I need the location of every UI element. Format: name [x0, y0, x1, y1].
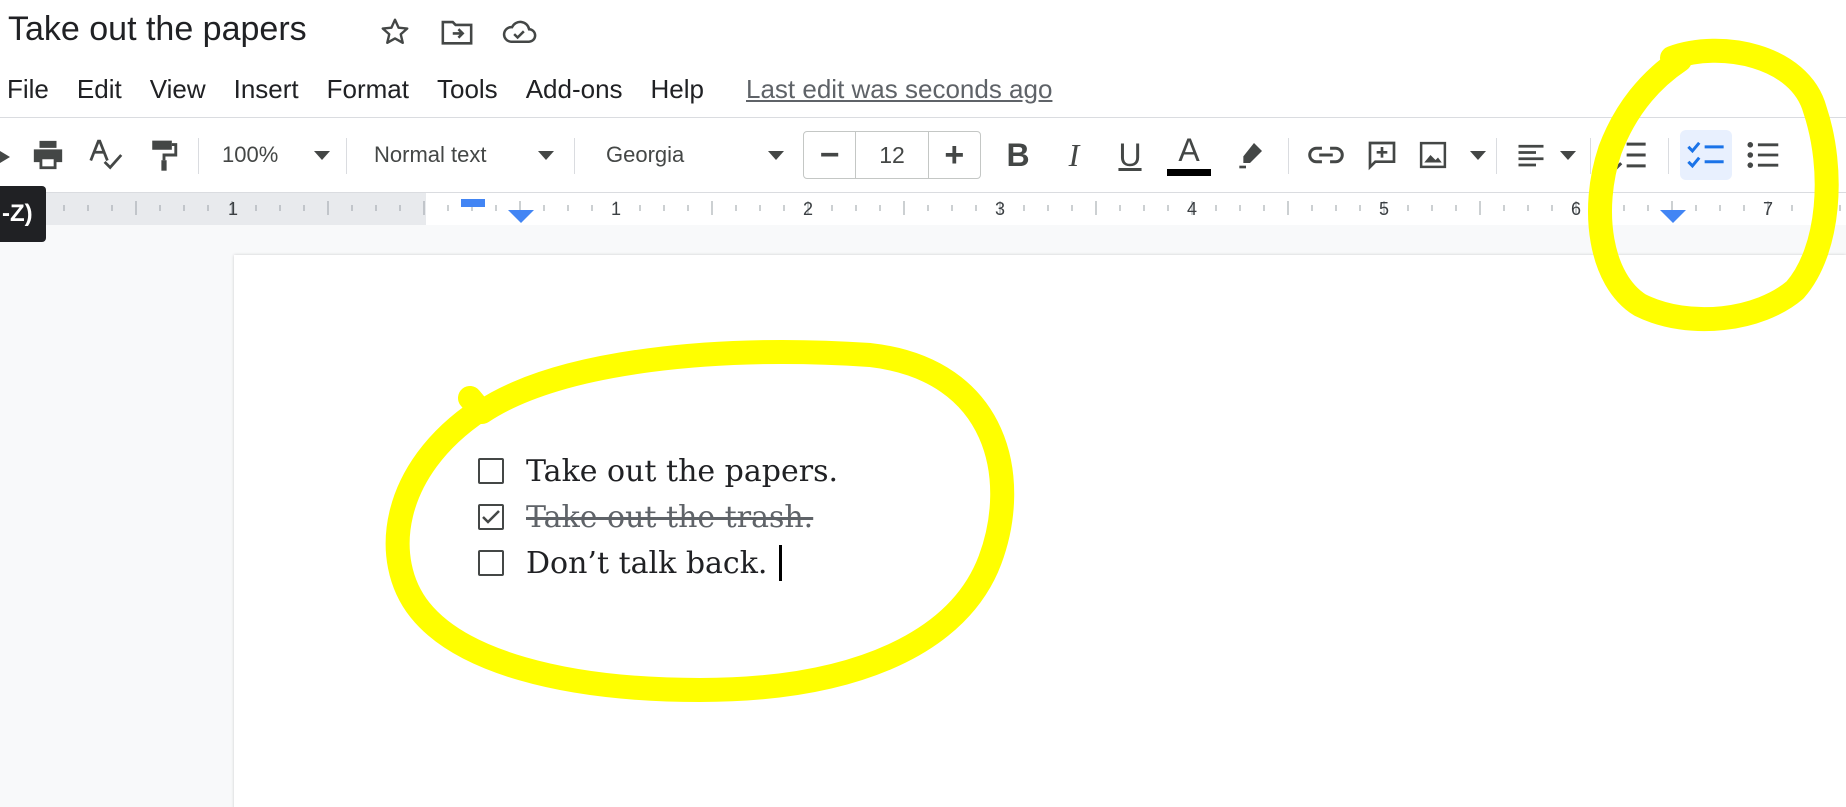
italic-icon: I — [1068, 136, 1080, 173]
document-title[interactable]: Take out the papers — [8, 10, 307, 49]
bulleted-list-button[interactable] — [1746, 118, 1836, 192]
ruler-scale: 1 1 2 3 4 5 6 7 — [0, 193, 1846, 225]
chevron-down-icon — [1470, 150, 1486, 160]
text-cursor — [779, 545, 783, 581]
insert-image-button[interactable] — [1418, 118, 1486, 192]
comment-icon — [1368, 141, 1396, 171]
ruler-label: 2 — [803, 199, 813, 219]
menu-edit[interactable]: Edit — [63, 74, 136, 105]
chevron-down-icon — [1820, 150, 1836, 160]
text-color-swatch — [1167, 168, 1211, 176]
ruler-label: 5 — [1379, 199, 1389, 219]
checklist-button[interactable] — [1680, 130, 1732, 180]
chevron-down-icon — [768, 150, 784, 160]
link-icon — [1308, 146, 1344, 164]
zoom-select[interactable]: 100% — [216, 118, 336, 192]
toolbar: 100% Normal text Georgia − 12 + B I U A — [0, 118, 1846, 192]
checkbox[interactable] — [478, 458, 504, 484]
docs-window: { "title": "Take out the papers", "menu"… — [0, 0, 1846, 807]
title-bar: Take out the papers — [0, 0, 1846, 62]
line-spacing-icon — [1609, 139, 1646, 171]
paint-format-icon[interactable] — [144, 118, 184, 192]
move-folder-icon[interactable] — [438, 14, 476, 50]
menu-help[interactable]: Help — [637, 74, 718, 105]
font-select[interactable]: Georgia — [604, 118, 786, 192]
redo-icon[interactable] — [0, 118, 16, 192]
spellcheck-icon[interactable] — [86, 118, 126, 192]
checklist-icon — [1687, 141, 1724, 169]
menu-file[interactable]: File — [0, 74, 63, 105]
insert-link-button[interactable] — [1304, 118, 1348, 192]
ruler-label: 7 — [1763, 199, 1773, 219]
checkbox-checked[interactable] — [478, 504, 504, 530]
ruler[interactable]: 1 1 2 3 4 5 6 7 — [0, 192, 1846, 225]
checkbox[interactable] — [478, 550, 504, 576]
font-value: Georgia — [606, 142, 685, 167]
text-color-icon: A — [1178, 131, 1200, 168]
menu-tools[interactable]: Tools — [423, 74, 512, 105]
underline-icon: U — [1118, 136, 1142, 173]
checklist: Take out the papers. Take out the trash.… — [478, 448, 838, 586]
text-color-button[interactable]: A — [1166, 118, 1212, 192]
align-left-icon — [1518, 144, 1544, 167]
chevron-down-icon — [1560, 150, 1576, 160]
first-line-indent-marker — [461, 199, 485, 207]
print-icon[interactable] — [28, 118, 68, 192]
align-button[interactable] — [1516, 118, 1576, 192]
checklist-item-text[interactable]: Take out the trash. — [526, 500, 813, 535]
ruler-label: 3 — [995, 199, 1005, 219]
ruler-label: 4 — [1187, 199, 1197, 219]
add-comment-button[interactable] — [1362, 118, 1402, 192]
bold-button[interactable]: B — [998, 118, 1038, 192]
style-select[interactable]: Normal text — [372, 118, 556, 192]
bulleted-list-icon — [1747, 142, 1779, 168]
ruler-label: 6 — [1571, 199, 1581, 219]
ruler-label: 1 — [611, 199, 621, 219]
bold-icon: B — [1006, 136, 1030, 173]
ruler-label: 1 — [228, 199, 238, 219]
image-icon — [1419, 141, 1447, 169]
menu-bar: File Edit View Insert Format Tools Add-o… — [0, 62, 1846, 118]
cloud-saved-icon[interactable] — [500, 14, 538, 50]
highlight-color-button[interactable] — [1230, 118, 1270, 192]
checklist-item-text[interactable]: Don’t talk back. — [526, 546, 767, 581]
menu-addons[interactable]: Add-ons — [512, 74, 637, 105]
chevron-down-icon — [314, 150, 330, 160]
italic-button[interactable]: I — [1054, 118, 1094, 192]
last-edit-link[interactable]: Last edit was seconds ago — [746, 74, 1052, 105]
checklist-item: Take out the papers. — [478, 448, 838, 494]
underline-button[interactable]: U — [1110, 118, 1150, 192]
document-page[interactable] — [234, 255, 1846, 807]
star-icon[interactable] — [376, 14, 414, 50]
checklist-item: Take out the trash. — [478, 494, 838, 540]
menu-view[interactable]: View — [136, 74, 220, 105]
font-size-input[interactable]: 12 — [855, 132, 929, 178]
marker-icon — [1239, 143, 1262, 169]
zoom-value: 100% — [222, 142, 279, 167]
decrease-font-size-button[interactable]: − — [804, 132, 855, 178]
style-value: Normal text — [374, 142, 487, 167]
shortcut-tooltip: -Z) — [0, 186, 46, 242]
font-size-stepper: − 12 + — [803, 131, 981, 179]
checklist-item: Don’t talk back. — [478, 540, 838, 586]
chevron-down-icon — [538, 150, 554, 160]
menu-format[interactable]: Format — [313, 74, 423, 105]
line-spacing-button[interactable] — [1606, 118, 1650, 192]
menu-insert[interactable]: Insert — [220, 74, 313, 105]
check-icon — [482, 510, 500, 524]
increase-font-size-button[interactable]: + — [929, 132, 980, 178]
checklist-item-text[interactable]: Take out the papers. — [526, 454, 838, 489]
